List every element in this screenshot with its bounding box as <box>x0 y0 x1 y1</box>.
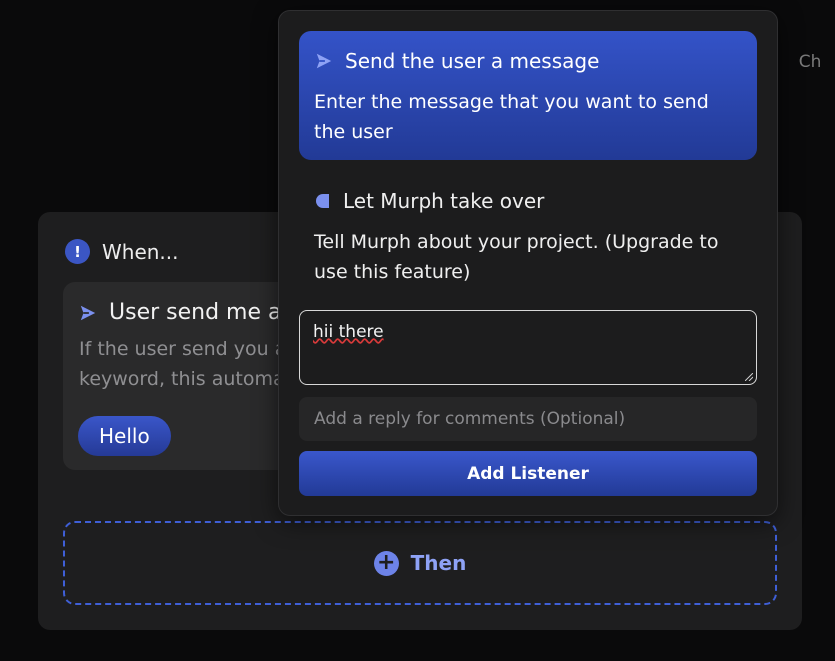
option-murph-takeover[interactable]: Let Murph take over Tell Murph about you… <box>299 171 757 301</box>
when-header: ! When... <box>65 239 179 264</box>
option-send-message-title: Send the user a message <box>345 49 600 73</box>
action-popover: Send the user a message Enter the messag… <box>278 10 778 516</box>
then-label: Then <box>410 551 467 575</box>
option-murph-head: Let Murph take over <box>315 189 544 213</box>
keyword-chip[interactable]: Hello <box>78 416 171 456</box>
resize-grip-icon[interactable] <box>745 373 753 381</box>
exclamation-icon: ! <box>65 239 90 264</box>
trigger-title-row: User send me a d <box>79 300 302 325</box>
option-send-message-desc: Enter the message that you want to send … <box>314 91 709 143</box>
option-send-message[interactable]: Send the user a message Enter the messag… <box>299 31 757 160</box>
when-label: When... <box>102 239 179 264</box>
send-icon <box>316 53 332 69</box>
header-word-2[interactable]: Ch <box>799 52 822 72</box>
plus-circle-icon: + <box>373 550 399 576</box>
option-send-message-head: Send the user a message <box>315 49 599 73</box>
murph-icon <box>316 194 329 208</box>
add-listener-button[interactable]: Add Listener <box>299 451 757 496</box>
option-murph-title: Let Murph take over <box>343 189 545 213</box>
option-murph-desc: Tell Murph about your project. (Upgrade … <box>314 231 719 283</box>
send-icon <box>80 305 96 320</box>
then-add-button[interactable]: + Then <box>63 521 777 605</box>
message-textarea[interactable] <box>299 310 757 385</box>
reply-comment-input[interactable] <box>299 397 757 441</box>
trigger-title: User send me a d <box>109 300 303 325</box>
